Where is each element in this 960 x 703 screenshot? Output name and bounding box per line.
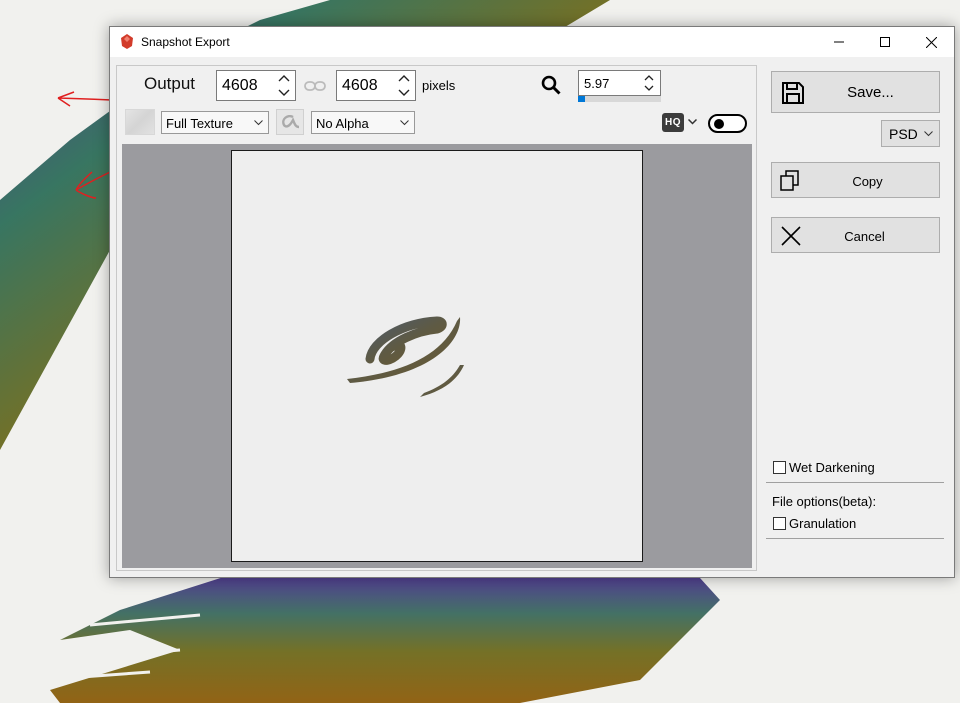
format-value: PSD — [889, 126, 918, 142]
minimize-icon — [834, 41, 844, 43]
copy-button[interactable]: Copy — [771, 162, 940, 198]
hq-button[interactable]: HQ — [662, 113, 684, 132]
stepper-arrows-icon[interactable] — [395, 72, 413, 99]
copy-label: Copy — [852, 174, 883, 189]
wet-darkening-checkbox[interactable] — [773, 461, 786, 474]
granulation-label: Granulation — [789, 516, 857, 531]
window-title: Snapshot Export — [141, 35, 230, 49]
output-label: Output — [144, 74, 196, 93]
alpha-mode-select[interactable]: No Alpha — [311, 111, 415, 134]
chevron-down-icon — [924, 131, 933, 137]
granulation-option[interactable]: Granulation — [773, 516, 856, 531]
cancel-label: Cancel — [844, 229, 885, 244]
height-stepper[interactable]: 4608 — [336, 70, 416, 101]
search-icon — [541, 75, 561, 95]
zoom-progress-track[interactable] — [578, 96, 661, 102]
save-label: Save... — [847, 84, 894, 101]
texture-mode-value: Full Texture — [166, 116, 233, 131]
toggle-knob — [714, 119, 724, 129]
chevron-down-icon[interactable] — [688, 119, 697, 125]
stepper-arrows-icon[interactable] — [275, 72, 293, 99]
zoom-value[interactable]: 5.97 — [584, 76, 609, 91]
title-bar: Snapshot Export — [110, 27, 954, 57]
texture-thumbnail[interactable] — [125, 109, 155, 135]
unit-label: pixels — [422, 78, 456, 93]
maximize-button[interactable] — [862, 27, 908, 57]
zoom-stepper[interactable]: 5.97 — [578, 70, 661, 96]
minimize-button[interactable] — [816, 27, 862, 57]
stepper-arrows-icon[interactable] — [640, 72, 658, 94]
hq-toggle[interactable] — [708, 114, 747, 133]
texture-mode-select[interactable]: Full Texture — [161, 111, 269, 134]
granulation-checkbox[interactable] — [773, 517, 786, 530]
width-value[interactable]: 4608 — [222, 77, 258, 95]
height-value[interactable]: 4608 — [342, 77, 378, 95]
close-icon — [925, 36, 937, 48]
cancel-button[interactable]: Cancel — [771, 217, 940, 253]
app-icon — [121, 34, 133, 49]
zoom-progress-fill — [578, 96, 585, 102]
chevron-down-icon — [254, 120, 263, 126]
divider — [766, 538, 944, 539]
alpha-mode-value: No Alpha — [316, 116, 369, 131]
link-chain-icon[interactable] — [304, 79, 326, 93]
chevron-down-icon — [400, 120, 409, 126]
wet-darkening-label: Wet Darkening — [789, 460, 875, 475]
wet-darkening-option[interactable]: Wet Darkening — [773, 460, 875, 475]
preview-area — [122, 144, 752, 568]
save-button[interactable]: Save... — [771, 71, 940, 113]
divider — [766, 482, 944, 483]
preview-canvas[interactable] — [231, 150, 643, 562]
maximize-icon — [880, 37, 890, 47]
preview-panel: Output 4608 4608 pixels 5.97 Full Textur… — [116, 65, 757, 571]
brush-stroke-preview — [347, 316, 464, 397]
alpha-symbol-icon — [282, 115, 300, 129]
snapshot-export-dialog: Snapshot Export Output 4608 4608 pixels … — [109, 26, 955, 578]
format-select[interactable]: PSD — [881, 120, 940, 147]
alpha-channel-button[interactable] — [276, 109, 304, 135]
width-stepper[interactable]: 4608 — [216, 70, 296, 101]
file-options-label: File options(beta): — [772, 494, 877, 509]
close-button[interactable] — [908, 27, 954, 57]
